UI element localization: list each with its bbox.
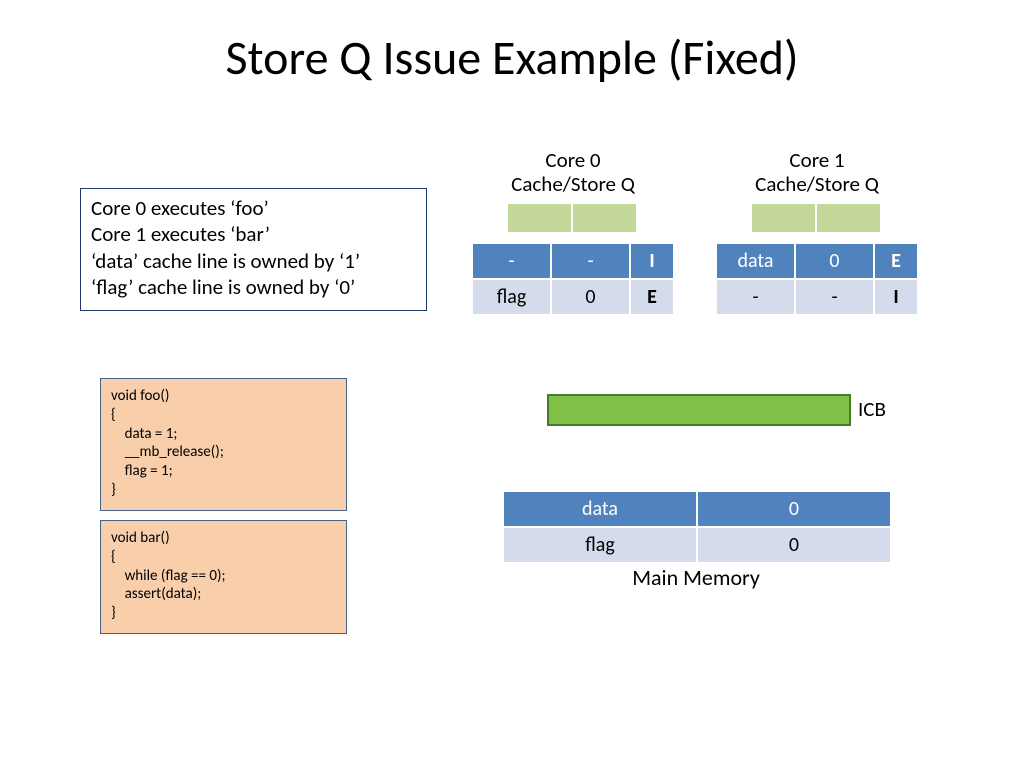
core0-r2-state: E (630, 279, 674, 315)
mm-r2-val: 0 (697, 527, 891, 563)
desc-line-4: ‘flag’ cache line is owned by ‘0’ (91, 274, 416, 300)
mm-r2-name: flag (503, 527, 697, 563)
mm-r1-name: data (503, 491, 697, 527)
core1-storeq (750, 202, 884, 234)
core1-r2-val: - (795, 279, 874, 315)
code-bar: void bar() { while (flag == 0); assert(d… (100, 520, 347, 634)
code-foo: void foo() { data = 1; __mb_release(); f… (100, 378, 347, 511)
core0-r1-val: - (551, 243, 630, 279)
core0-r1-name: - (472, 243, 551, 279)
core1-label-line1: Core 1 (712, 148, 922, 172)
core1-block: Core 1 Cache/Store Q data 0 E - - I (712, 148, 922, 316)
core0-storeq (506, 202, 640, 234)
icb-label: ICB (858, 396, 886, 422)
desc-line-3: ‘data’ cache line is owned by ‘1’ (91, 248, 416, 274)
core0-label-line1: Core 0 (468, 148, 678, 172)
core0-r2-val: 0 (551, 279, 630, 315)
desc-line-2: Core 1 executes ‘bar’ (91, 221, 416, 247)
core1-r2-name: - (716, 279, 795, 315)
core1-cache-table: data 0 E - - I (715, 242, 919, 316)
core0-block: Core 0 Cache/Store Q - - I flag 0 E (468, 148, 678, 316)
main-memory-table: data 0 flag 0 (502, 490, 892, 564)
desc-line-1: Core 0 executes ‘foo’ (91, 195, 416, 221)
core0-cache-table: - - I flag 0 E (471, 242, 675, 316)
core1-r2-state: I (874, 279, 918, 315)
core0-r1-state: I (630, 243, 674, 279)
core1-r1-name: data (716, 243, 795, 279)
icb-bar (547, 394, 851, 426)
core1-r1-state: E (874, 243, 918, 279)
core0-label-line2: Cache/Store Q (468, 172, 678, 196)
main-memory-label: Main Memory (502, 564, 890, 591)
core0-r2-name: flag (472, 279, 551, 315)
description-box: Core 0 executes ‘foo’ Core 1 executes ‘b… (80, 188, 427, 311)
mm-r1-val: 0 (697, 491, 891, 527)
slide-title: Store Q Issue Example (Fixed) (0, 28, 1024, 87)
core1-r1-val: 0 (795, 243, 874, 279)
core1-label-line2: Cache/Store Q (712, 172, 922, 196)
